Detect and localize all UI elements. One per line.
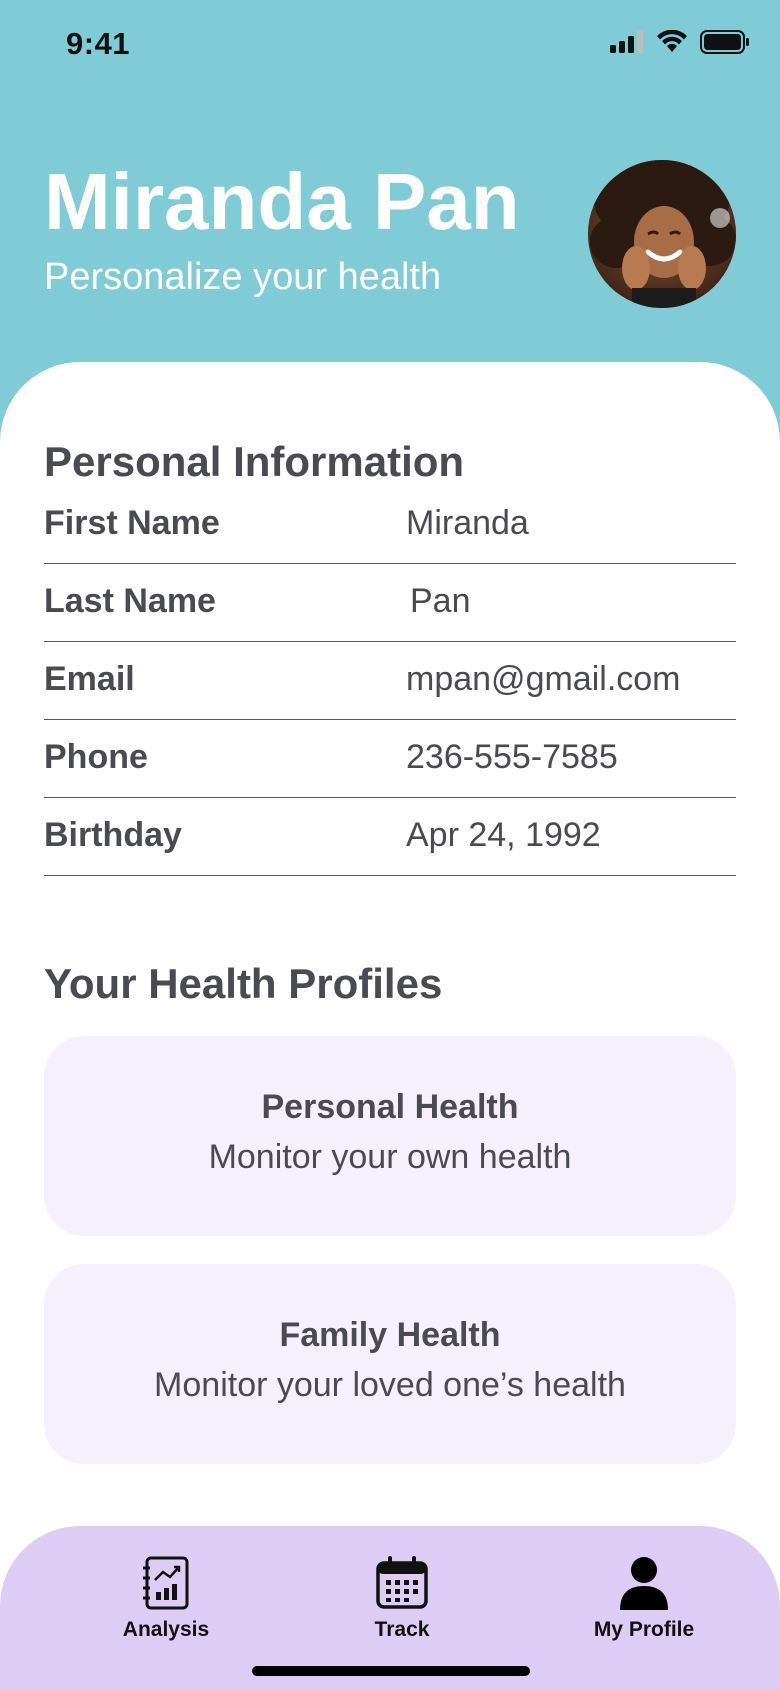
battery-icon xyxy=(700,30,749,54)
calendar-icon xyxy=(376,1556,428,1609)
personal-health-card[interactable]: Personal Health Monitor your own health xyxy=(44,1036,736,1236)
personal-health-subtitle: Monitor your own health xyxy=(208,1138,572,1176)
person-icon xyxy=(620,1557,668,1610)
phone-label: Phone xyxy=(44,738,148,776)
first-name-value[interactable]: Miranda xyxy=(406,504,529,543)
profile-subtitle: Personalize your health xyxy=(44,256,442,298)
phone-value[interactable]: 236-555-7585 xyxy=(406,738,618,777)
avatar-photo xyxy=(588,160,736,308)
family-health-title: Family Health xyxy=(279,1316,501,1354)
email-label: Email xyxy=(44,660,135,698)
wifi-icon xyxy=(657,30,687,52)
status-bar: 9:41 xyxy=(0,0,780,92)
birthday-value[interactable]: Apr 24, 1992 xyxy=(406,816,601,855)
last-name-label: Last Name xyxy=(44,582,216,620)
avatar[interactable] xyxy=(588,160,736,308)
family-health-card[interactable]: Family Health Monitor your loved one’s h… xyxy=(44,1264,736,1464)
birthday-label: Birthday xyxy=(44,816,182,854)
tab-track[interactable]: Track xyxy=(312,1556,492,1666)
personal-health-title: Personal Health xyxy=(261,1088,519,1126)
tab-my-profile-label: My Profile xyxy=(593,1618,695,1641)
info-row-birthday[interactable]: Birthday Apr 24, 1992 xyxy=(44,798,736,876)
info-row-phone[interactable]: Phone 236-555-7585 xyxy=(44,720,736,798)
status-time: 9:41 xyxy=(66,26,131,61)
personal-information-title: Personal Information xyxy=(44,438,465,485)
tab-my-profile[interactable]: My Profile xyxy=(554,1556,734,1666)
tab-analysis[interactable]: Analysis xyxy=(76,1556,256,1666)
last-name-value[interactable]: Pan xyxy=(410,582,471,621)
profile-name: Miranda Pan xyxy=(44,157,520,246)
family-health-subtitle: Monitor your loved one’s health xyxy=(154,1366,626,1404)
email-value[interactable]: mpan@gmail.com xyxy=(406,660,681,699)
first-name-label: First Name xyxy=(44,504,220,542)
analysis-notebook-icon xyxy=(143,1556,189,1610)
tab-analysis-label: Analysis xyxy=(122,1618,210,1641)
info-row-first-name[interactable]: First Name Miranda xyxy=(44,486,736,564)
cellular-signal-icon xyxy=(610,31,643,53)
health-profiles-title: Your Health Profiles xyxy=(44,960,443,1007)
info-row-email[interactable]: Email mpan@gmail.com xyxy=(44,642,736,720)
info-row-last-name[interactable]: Last Name Pan xyxy=(44,564,736,642)
tab-track-label: Track xyxy=(374,1618,430,1641)
home-indicator[interactable] xyxy=(252,1666,530,1676)
status-icons xyxy=(610,30,750,54)
